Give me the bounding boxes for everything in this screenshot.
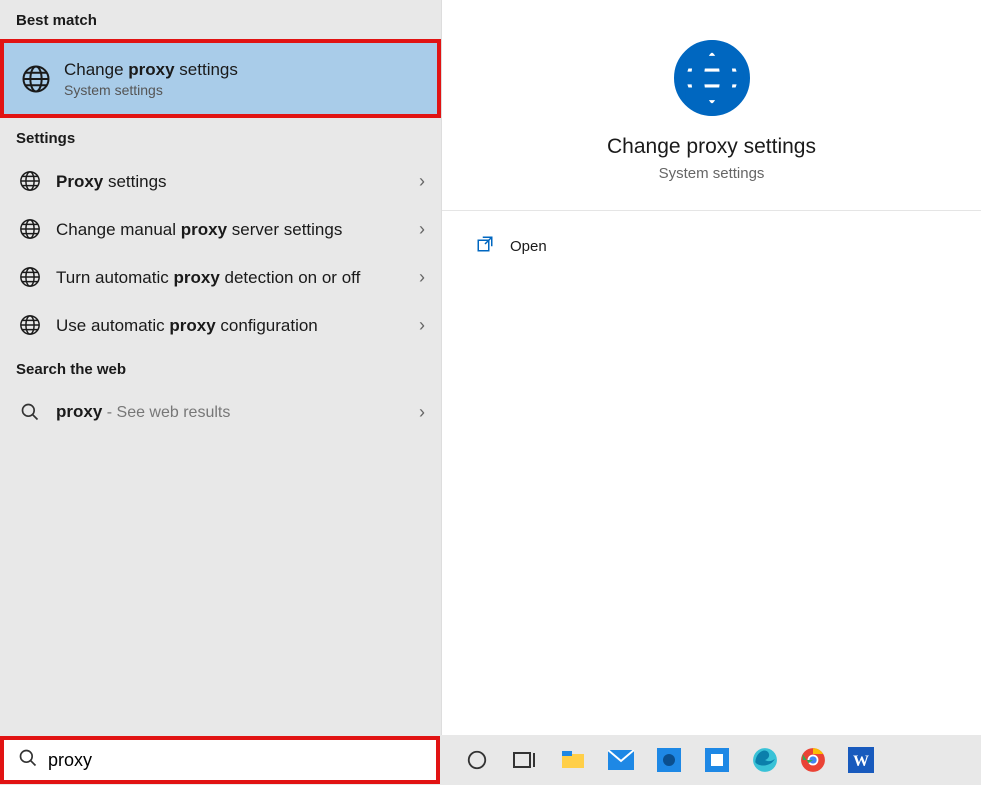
globe-icon — [16, 263, 44, 291]
header-settings: Settings — [0, 118, 441, 157]
globe-icon — [16, 215, 44, 243]
chevron-right-icon: › — [419, 402, 425, 423]
preview-panel: Change proxy settings System settings Op… — [442, 0, 981, 735]
chevron-right-icon: › — [419, 219, 425, 240]
taskbar-chrome-icon[interactable] — [798, 745, 828, 775]
result-best-change-proxy-settings[interactable]: Change proxy settings System settings — [0, 39, 441, 118]
action-label: Open — [510, 238, 547, 255]
result-title: Change manual proxy server settings — [56, 219, 411, 240]
search-icon — [18, 748, 38, 773]
result-use-automatic-proxy[interactable]: Use automatic proxy configuration › — [0, 301, 441, 349]
globe-icon — [16, 311, 44, 339]
header-search-web: Search the web — [0, 349, 441, 388]
globe-icon — [16, 167, 44, 195]
preview-title: Change proxy settings — [607, 135, 816, 159]
action-open[interactable]: Open — [472, 229, 951, 263]
globe-icon — [20, 63, 52, 95]
result-subtitle: System settings — [64, 82, 421, 98]
result-proxy-settings[interactable]: Proxy settings › — [0, 157, 441, 205]
result-title: proxy - See web results — [56, 401, 411, 423]
taskbar-app-icon[interactable] — [702, 745, 732, 775]
preview-subtitle: System settings — [659, 165, 765, 182]
chevron-right-icon: › — [419, 267, 425, 288]
taskbar-explorer-icon[interactable] — [558, 745, 588, 775]
taskbar-edge-icon[interactable] — [750, 745, 780, 775]
taskbar-taskview-icon[interactable] — [510, 745, 540, 775]
result-web-proxy[interactable]: proxy - See web results › — [0, 388, 441, 436]
globe-icon — [674, 40, 750, 121]
taskbar-app-icon[interactable] — [654, 745, 684, 775]
result-title: Use automatic proxy configuration — [56, 315, 411, 336]
chevron-right-icon: › — [419, 315, 425, 336]
result-title: Turn automatic proxy detection on or off — [56, 267, 411, 288]
taskbar-cortana-icon[interactable] — [462, 745, 492, 775]
chevron-right-icon: › — [419, 171, 425, 192]
result-title: Change proxy settings — [64, 59, 421, 80]
taskbar-search[interactable] — [0, 736, 440, 784]
svg-text:W: W — [853, 753, 869, 770]
search-input[interactable] — [48, 750, 422, 771]
open-icon — [476, 235, 494, 257]
taskbar-word-icon[interactable]: W — [846, 745, 876, 775]
taskbar: W — [0, 735, 981, 785]
search-icon — [16, 398, 44, 426]
taskbar-mail-icon[interactable] — [606, 745, 636, 775]
result-turn-automatic-proxy[interactable]: Turn automatic proxy detection on or off… — [0, 253, 441, 301]
result-title: Proxy settings — [56, 171, 411, 192]
search-results-panel: Best match Change proxy settings System … — [0, 0, 442, 735]
result-change-manual-proxy[interactable]: Change manual proxy server settings › — [0, 205, 441, 253]
header-best-match: Best match — [0, 0, 441, 39]
